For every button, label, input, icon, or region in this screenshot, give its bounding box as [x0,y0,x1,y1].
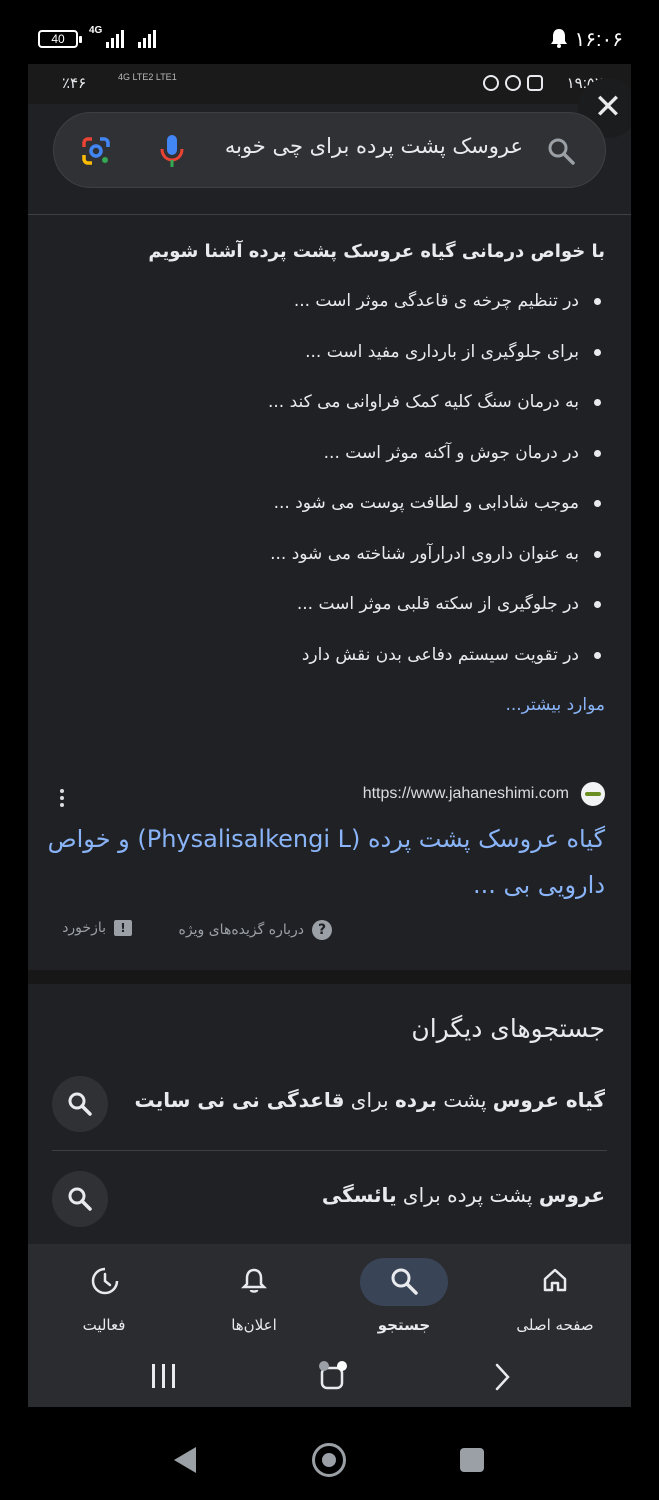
signal-bars-2-icon [138,30,156,48]
browser-screen: ٪۴۶ 4G LTE2 LTE1 ۱۹:۵۲ ✕ عروسک پشت پرده … [28,64,631,1407]
tabs-icon[interactable] [316,1358,352,1394]
related-search-item[interactable]: عروس پشت پرده برای یائسگی [28,1159,631,1239]
list-item: در تنظیم چرخه ی قاعدگی موثر است ... [65,279,605,330]
term: برای [344,1088,395,1112]
feedback-icon: ! [114,920,132,936]
bold-term: برده [394,1088,438,1112]
activity-history-icon [91,1267,119,1295]
whatsapp-icon [483,75,499,91]
forward-chevron-icon[interactable] [490,1362,514,1392]
divider [28,214,631,215]
list-item: در جلوگیری از سکته قلبی موثر است ... [65,582,605,633]
related-search-icon-button[interactable] [52,1171,108,1227]
bell-icon [240,1268,268,1293]
related-search-text[interactable]: عروس پشت پرده برای یائسگی [322,1183,605,1207]
system-navigation-bar [0,1407,659,1500]
inner-battery: ٪۴۶ [62,75,87,92]
site-url[interactable]: https://www.jahaneshimi.com [363,785,569,803]
bottom-navigation: صفحه اصلی جستجو اعلان‌ها فعالیت [28,1244,631,1407]
search-icon [391,1268,418,1295]
about-featured-snippets[interactable]: ? درباره گزیده‌های ویژه [179,920,332,940]
nav-home-label: صفحه اصلی [516,1316,594,1334]
help-icon: ? [312,920,332,940]
section-separator [28,970,631,984]
microphone-icon[interactable] [159,134,185,168]
snippet-footer: ? درباره گزیده‌های ویژه ! بازخورد [52,920,612,944]
bold-term: عروس [538,1183,605,1207]
site-favicon-icon [581,782,605,806]
search-bar[interactable]: عروسک پشت پرده برای چی خوبه [53,112,606,188]
signal-bars-icon [106,30,124,48]
outer-clock: ۱۶:۰۶ [574,29,623,51]
term: پشت پرده برای [396,1183,539,1207]
google-lens-icon[interactable] [80,135,112,167]
nav-activity[interactable]: فعالیت [44,1252,164,1342]
back-icon[interactable] [172,1445,198,1475]
term: پشت [437,1088,493,1112]
bold-term: گیاه عروس [492,1088,605,1112]
featured-snippet-title: با خواص درمانی گیاه عروسک پشت پرده آشنا … [148,241,605,262]
bold-term: یائسگی [321,1183,397,1207]
more-items-link[interactable]: موارد بیشتر... [505,695,605,715]
list-item: موجب شادابی و لطافت پوست می شود ... [65,481,605,532]
app-notification-icons [483,75,543,91]
list-item: به درمان سنگ کلیه کمک فراوانی می کند ... [65,380,605,431]
result-title-link[interactable]: گیاه عروسک پشت پرده (Physalisalkengi L) … [45,816,605,908]
browser-toolbar [28,1348,631,1404]
nav-home[interactable]: صفحه اصلی [495,1252,615,1342]
list-item: برای جلوگیری از بارداری مفید است ... [65,330,605,381]
nav-search-label: جستجو [377,1316,431,1334]
instagram-icon [527,75,543,91]
battery-indicator: 40 [38,30,82,48]
related-search-item[interactable]: گیاه عروس پشت برده برای قاعدگی نی نی سای… [28,1064,631,1144]
list-item: در درمان جوش و آکنه موثر است ... [65,431,605,482]
network-type: 4G [89,25,103,36]
recent-apps-icon[interactable] [148,1364,178,1390]
list-item: در تقویت سیستم دفاعی بدن نقش دارد [65,633,605,684]
home-button-icon[interactable] [312,1443,346,1477]
home-icon [543,1268,567,1292]
bold-term: قاعدگی نی نی سایت [134,1088,345,1112]
others-searched-heading: جستجوهای دیگران [411,1014,605,1043]
more-options-icon[interactable] [52,786,72,810]
nav-notifications[interactable]: اعلان‌ها [194,1252,314,1342]
nav-activity-label: فعالیت [82,1316,126,1334]
search-query[interactable]: عروسک پشت پرده برای چی خوبه [225,134,523,158]
nav-notifications-label: اعلان‌ها [231,1316,277,1334]
inner-status-bar: ٪۴۶ 4G LTE2 LTE1 ۱۹:۵۲ [28,64,631,104]
search-icon [68,1092,92,1116]
app-icon [505,75,521,91]
snippet-list: در تنظیم چرخه ی قاعدگی موثر است ... برای… [65,279,605,683]
result-source[interactable]: https://www.jahaneshimi.com [363,782,605,806]
related-search-text[interactable]: گیاه عروس پشت برده برای قاعدگی نی نی سای… [135,1088,605,1112]
feedback-label: بازخورد [62,920,106,936]
nav-search[interactable]: جستجو [344,1252,464,1342]
inner-signal: 4G LTE2 LTE1 [118,72,177,82]
notification-bell-icon [551,29,567,48]
divider [52,1150,607,1151]
about-label: درباره گزیده‌های ویژه [178,922,304,938]
feedback-button[interactable]: ! بازخورد [62,920,132,936]
list-item: به عنوان داروی ادرارآور شناخته می شود ..… [65,532,605,583]
search-icon [68,1187,92,1211]
recents-icon[interactable] [460,1448,484,1472]
related-search-icon-button[interactable] [52,1076,108,1132]
outer-status-bar: 40 4G ۱۶:۰۶ [0,0,659,64]
search-icon[interactable] [547,137,575,165]
